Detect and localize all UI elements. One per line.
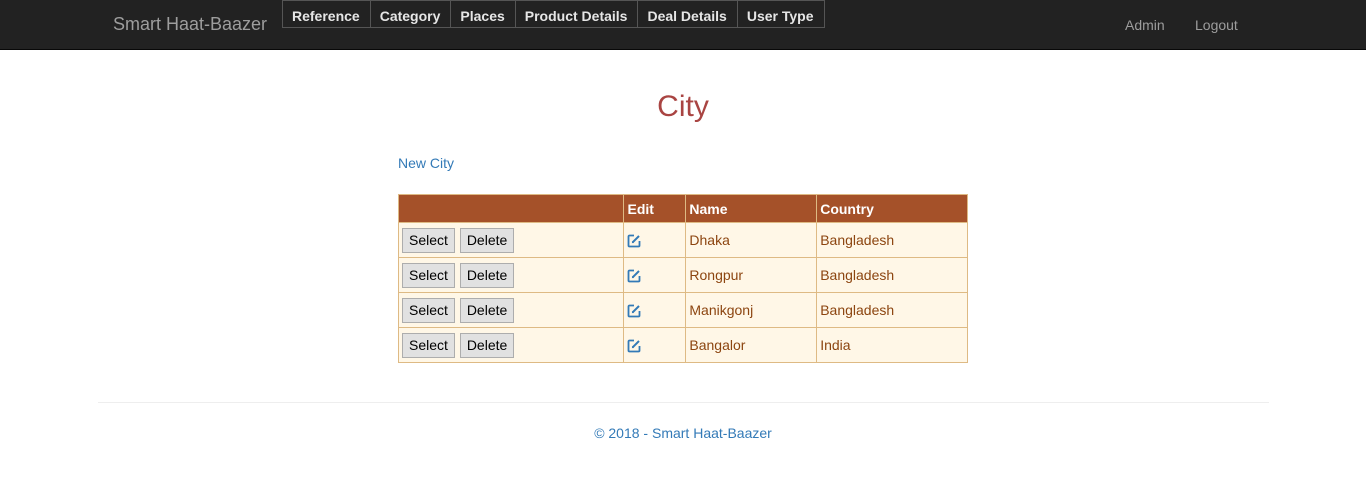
delete-button[interactable]: Delete — [459, 262, 515, 288]
country-cell: Bangladesh — [816, 257, 968, 293]
edit-icon[interactable] — [627, 234, 641, 248]
country-cell: Bangladesh — [816, 222, 968, 258]
country-cell: Bangladesh — [816, 292, 968, 328]
page-title: City — [657, 90, 709, 123]
menu-item-product-details[interactable]: Product Details — [514, 0, 639, 28]
menu-item-label: User Type — [746, 7, 814, 24]
menu-item-label: Category — [379, 7, 441, 24]
menu-item-label: Deal Details — [647, 7, 727, 24]
select-button[interactable]: Select — [402, 227, 455, 253]
column-header-name: Name — [685, 194, 818, 223]
menu-item-user-type[interactable]: User Type — [736, 0, 825, 28]
menu-item-label: Product Details — [524, 7, 628, 24]
edit-cell — [623, 222, 687, 258]
edit-icon[interactable] — [627, 304, 641, 318]
table-row: Select Delete Rongpur Bangladesh — [397, 257, 968, 293]
edit-icon[interactable] — [627, 269, 641, 283]
select-button[interactable]: Select — [402, 332, 455, 358]
admin-link[interactable]: Admin — [1125, 16, 1165, 34]
actions-cell: Select Delete — [397, 222, 625, 258]
name-cell: Dhaka — [685, 222, 818, 258]
main-menu: Reference Category Places Product Detail… — [282, 0, 825, 28]
menu-item-category[interactable]: Category — [369, 0, 452, 28]
actions-cell: Select Delete — [397, 257, 625, 293]
delete-button[interactable]: Delete — [459, 227, 515, 253]
edit-cell — [623, 292, 687, 328]
footer-divider — [98, 402, 1269, 403]
brand-link[interactable]: Smart Haat-Baazer — [113, 14, 267, 34]
menu-item-places[interactable]: Places — [450, 0, 516, 28]
edit-icon[interactable] — [627, 339, 641, 353]
actions-cell: Select Delete — [397, 327, 625, 363]
new-city-link[interactable]: New City — [398, 154, 454, 172]
footer-text: © 2018 - Smart Haat-Baazer — [594, 425, 772, 441]
edit-cell — [623, 327, 687, 363]
name-cell: Rongpur — [685, 257, 818, 293]
top-navbar: Smart Haat-Baazer Reference Category Pla… — [0, 0, 1366, 50]
name-cell: Manikgonj — [685, 292, 818, 328]
column-header-actions — [397, 194, 625, 223]
table-header-row: Edit Name Country — [397, 194, 968, 223]
select-button[interactable]: Select — [402, 297, 455, 323]
delete-button[interactable]: Delete — [459, 297, 515, 323]
logout-link[interactable]: Logout — [1195, 16, 1238, 34]
edit-cell — [623, 257, 687, 293]
column-header-country: Country — [816, 194, 968, 223]
country-cell: India — [816, 327, 968, 363]
table-row: Select Delete Manikgonj Bangladesh — [397, 292, 968, 328]
city-table: Edit Name Country Select Delete Dhaka Ba… — [397, 194, 968, 363]
table-row: Select Delete Dhaka Bangladesh — [397, 222, 968, 258]
menu-item-reference[interactable]: Reference — [282, 0, 371, 28]
actions-cell: Select Delete — [397, 292, 625, 328]
menu-item-label: Reference — [292, 7, 360, 24]
menu-item-deal-details[interactable]: Deal Details — [637, 0, 738, 28]
select-button[interactable]: Select — [402, 262, 455, 288]
delete-button[interactable]: Delete — [459, 332, 515, 358]
table-row: Select Delete Bangalor India — [397, 327, 968, 363]
menu-item-label: Places — [460, 7, 505, 24]
column-header-edit: Edit — [623, 194, 687, 223]
name-cell: Bangalor — [685, 327, 818, 363]
